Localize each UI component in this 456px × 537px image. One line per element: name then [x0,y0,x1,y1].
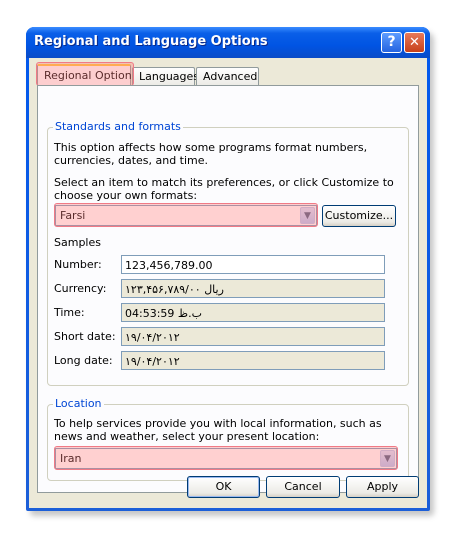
sample-currency-field[interactable]: ۱۲۳,۴۵۶,۷۸۹/۰۰ ریال [121,279,385,298]
standards-description: This option affects how some programs fo… [54,141,368,167]
apply-button[interactable]: Apply [346,476,419,498]
location-dropdown-highlight [54,446,398,470]
sample-number-field[interactable]: 123,456,789.00 [121,255,385,274]
dialog-window: Regional and Language Options ? ✕ Region… [26,27,430,511]
dialog-client-area: Regional Options Languages Advanced Stan… [29,58,427,508]
location-description: To help services provide you with local … [54,417,382,443]
tab-languages[interactable]: Languages [132,67,199,85]
sample-long-date-field[interactable]: ۱۹/۰۴/۲۰۱۲ [121,351,385,370]
sample-short-date-label: Short date: [54,330,116,343]
sample-short-date-field[interactable]: ۱۹/۰۴/۲۰۱۲ [121,327,385,346]
tab-panel-regional-options: Standards and formats This option affect… [37,85,419,493]
close-button[interactable]: ✕ [404,32,425,53]
standards-select-prompt: Select an item to match its preferences,… [54,176,394,202]
tab-advanced[interactable]: Advanced [196,67,259,85]
location-group-label: Location [53,397,104,410]
window-title: Regional and Language Options [34,34,268,49]
ok-button[interactable]: OK [187,476,260,498]
samples-label: Samples [54,236,101,249]
sample-long-date-label: Long date: [54,354,113,367]
format-dropdown-highlight [54,203,318,227]
cancel-button[interactable]: Cancel [266,476,340,498]
sample-time-field[interactable]: 04:53:59 ب.ظ [121,303,385,322]
help-button[interactable]: ? [381,32,402,53]
standards-group-label: Standards and formats [53,120,183,133]
customize-button[interactable]: Customize... [322,205,396,227]
sample-time-label: Time: [54,306,85,319]
title-bar[interactable]: Regional and Language Options ? ✕ [26,27,430,58]
sample-number-label: Number: [54,258,102,271]
tab-highlight [36,62,134,86]
sample-currency-label: Currency: [54,282,107,295]
